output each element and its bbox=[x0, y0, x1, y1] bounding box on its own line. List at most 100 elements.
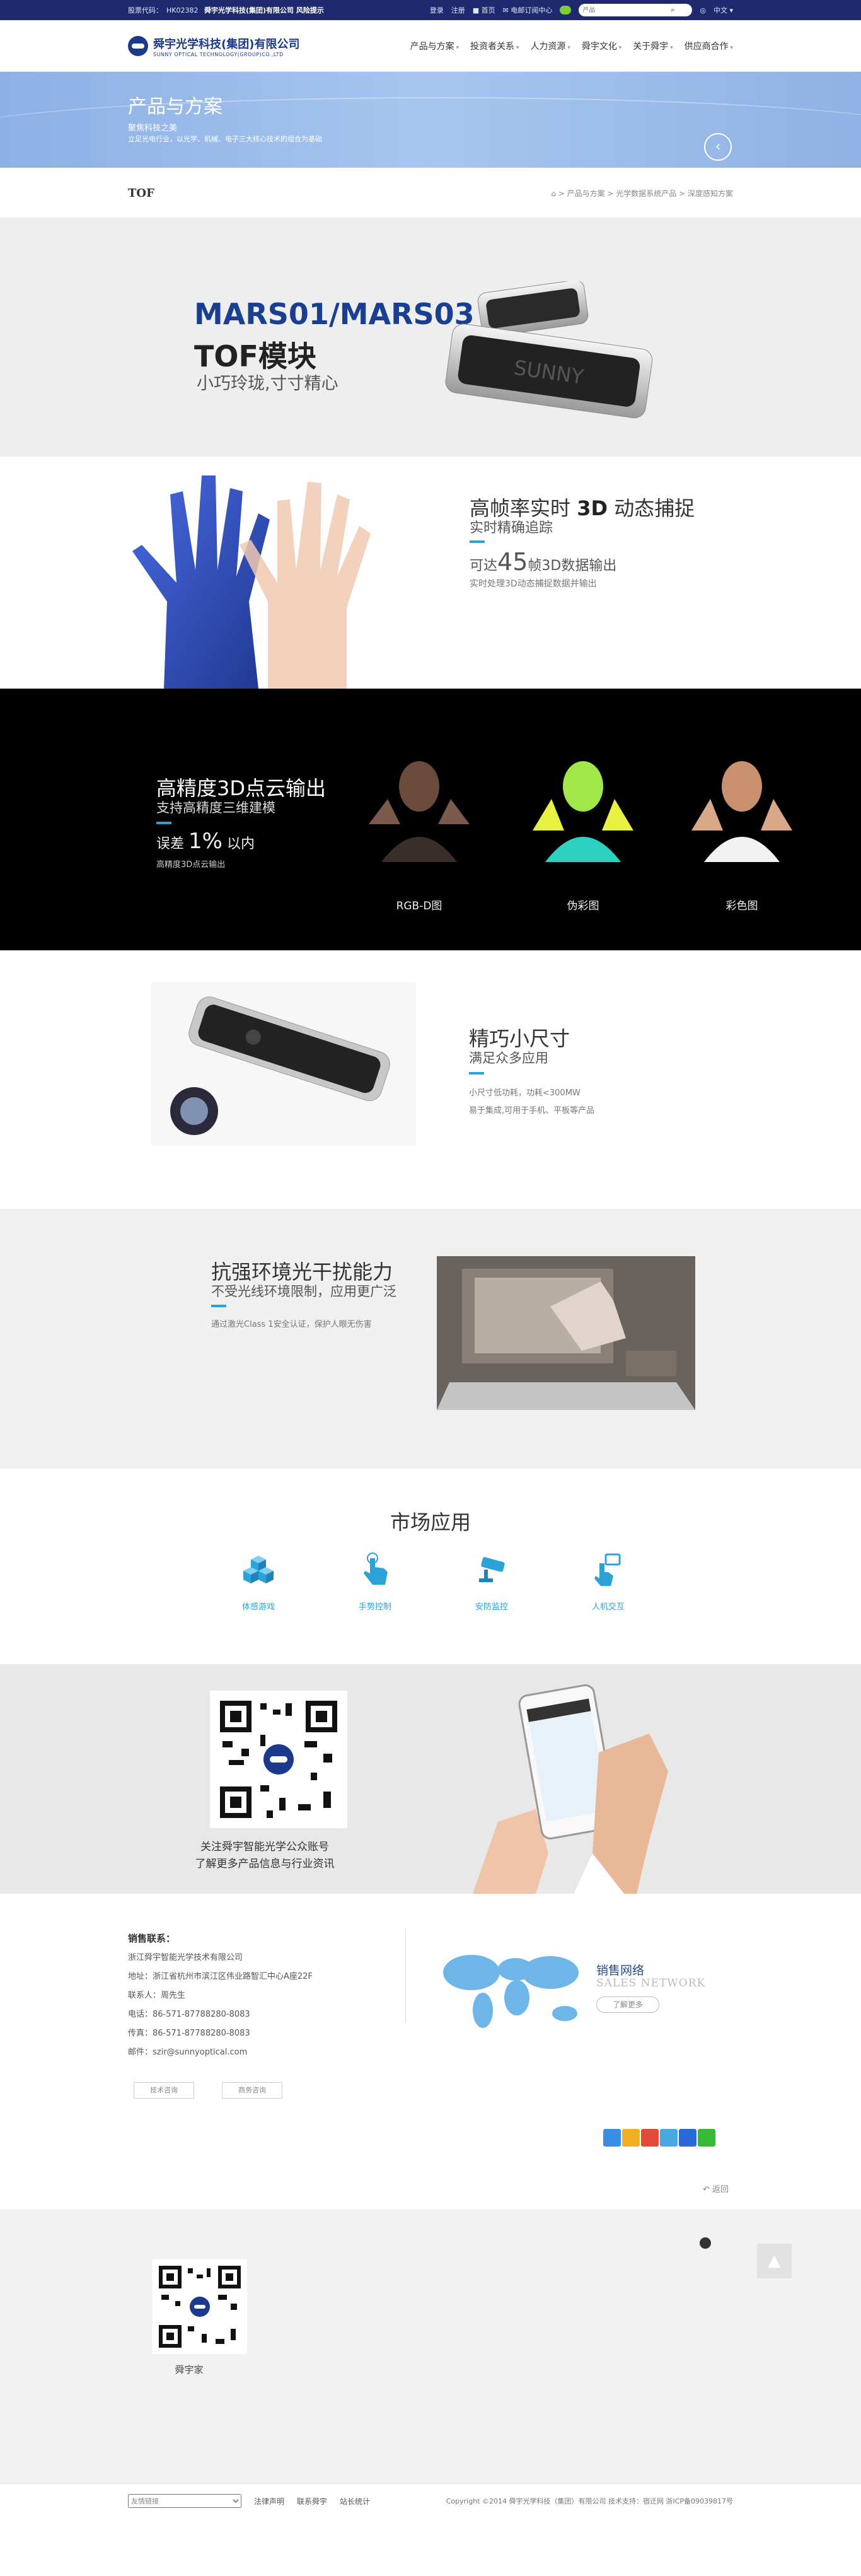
laptop-demo-image bbox=[437, 1256, 695, 1410]
home-icon[interactable]: ⌂ bbox=[551, 189, 558, 198]
pointcloud-subtitle: 支持高精度三维建模 bbox=[156, 800, 275, 815]
phone-in-hand-image bbox=[473, 1684, 668, 1894]
header: 舜宇光学科技(集团)有限公司 SUNNY OPTICAL TECHNOLOGY(… bbox=[0, 20, 861, 72]
feature-small-size: 精巧小尺寸 满足众多应用 小尺寸低功耗，功耗<300MW 易于集成,可用于手机、… bbox=[0, 950, 861, 1209]
ecommerce-link[interactable]: ✉ 电邮订阅中心 bbox=[503, 5, 553, 15]
page: 股票代码： HK02382 舜宇光学科技(集团)有限公司 风险提示 登录 注册 ■… bbox=[0, 0, 861, 2576]
logo-name: 舜宇光学科技(集团)有限公司 bbox=[153, 37, 300, 51]
nav-products[interactable]: 产品与方案 bbox=[410, 40, 459, 52]
legal-link[interactable]: 法律声明 bbox=[254, 2496, 284, 2507]
product-banner: MARS01/MARS03 TOF模块 小巧玲珑,寸寸精心 SUNNY bbox=[0, 218, 861, 457]
motion-subtitle: 实时精确追踪 bbox=[470, 520, 553, 536]
share-plus-icon[interactable] bbox=[603, 2129, 621, 2147]
feature-motion-capture: 高帧率实时 3D 动态捕捉 实时精确追踪 可达45帧3D数据输出 实时处理3D动… bbox=[0, 457, 861, 689]
home-icon: ■ bbox=[472, 6, 482, 15]
camera-icon bbox=[479, 1557, 505, 1582]
logo-mark bbox=[128, 36, 148, 56]
hero-title: 产品与方案 bbox=[128, 96, 222, 118]
feature-anti-light: 抗强环境光干扰能力 不受光线环境限制，应用更广泛 通过激光Class 1安全认证… bbox=[0, 1209, 861, 1469]
cubes-icon bbox=[243, 1556, 274, 1583]
bottom-qr-section: ▲ 舜宇家 bbox=[0, 2209, 861, 2483]
error-post: 以内 bbox=[222, 836, 255, 852]
search-icon[interactable]: ⌕ bbox=[671, 6, 674, 15]
stock-code: HK02382 bbox=[166, 6, 199, 15]
register-link[interactable]: 注册 bbox=[451, 5, 465, 15]
top-bar: 股票代码： HK02382 舜宇光学科技(集团)有限公司 风险提示 登录 注册 ■… bbox=[0, 0, 861, 20]
friend-links-select[interactable]: 友情链接 bbox=[128, 2494, 241, 2508]
search-input[interactable] bbox=[582, 6, 671, 14]
back-to-top-button[interactable]: ▲ bbox=[757, 2244, 792, 2278]
home-label: 首页 bbox=[481, 6, 495, 15]
caption-rgbd: RGB-D图 bbox=[396, 900, 442, 912]
breadcrumb: ⌂ > 产品与方案 > 光学数据系统产品 > 深度感知方案 bbox=[551, 188, 733, 199]
home-link[interactable]: ■ 首页 bbox=[473, 5, 495, 15]
app-gesture-control[interactable]: 手势控制 bbox=[331, 1551, 419, 1612]
breadcrumb-bar: TOF ⌂ > 产品与方案 > 光学数据系统产品 > 深度感知方案 bbox=[0, 168, 861, 218]
product-slogan: 小巧玲珑,寸寸精心 bbox=[197, 374, 338, 393]
nav-suppliers[interactable]: 供应商合作 bbox=[685, 40, 733, 52]
page-title: TOF bbox=[128, 186, 154, 200]
nav-hr[interactable]: 人力资源 bbox=[530, 40, 570, 52]
contact-heading: 销售联系： bbox=[128, 1933, 176, 1944]
contact-address: 地址：浙江省杭州市滨江区伟业路智汇中心A座22F bbox=[128, 1972, 313, 1981]
logo[interactable]: 舜宇光学科技(集团)有限公司 SUNNY OPTICAL TECHNOLOGY(… bbox=[128, 35, 299, 57]
share-wechat-icon[interactable] bbox=[698, 2129, 715, 2147]
nav-culture[interactable]: 舜宇文化 bbox=[582, 40, 621, 52]
nav-investors[interactable]: 投资者关系 bbox=[470, 40, 519, 52]
globe-icon: ◎ bbox=[700, 6, 706, 15]
qr-code-image bbox=[210, 1691, 347, 1828]
login-link[interactable]: 登录 bbox=[430, 5, 444, 15]
wechat-icon[interactable] bbox=[560, 6, 572, 15]
share-renren-icon[interactable] bbox=[679, 2129, 696, 2147]
fps-value: 45 bbox=[497, 548, 528, 576]
fps-post: 帧3D数据输出 bbox=[528, 558, 617, 574]
app-label: 体感游戏 bbox=[241, 1602, 275, 1612]
back-link[interactable]: ↶ 返回 bbox=[703, 2183, 729, 2194]
sales-network-en: SALES NETWORK bbox=[596, 1977, 706, 1990]
share-weibo-icon[interactable] bbox=[641, 2129, 659, 2147]
contact-email[interactable]: 邮件：szir@sunnyoptical.com bbox=[128, 2045, 247, 2057]
contact-company: 浙江舜宇智能光学技术有限公司 bbox=[128, 1953, 243, 1962]
app-label: 安防监控 bbox=[475, 1602, 508, 1612]
rgbd-image bbox=[369, 761, 470, 862]
product-model: MARS01/MARS03 bbox=[194, 297, 475, 331]
contact-link[interactable]: 联系舜宇 bbox=[297, 2496, 327, 2507]
antilight-subtitle: 不受光线环境限制，应用更广泛 bbox=[211, 1284, 396, 1299]
accent-line bbox=[469, 1072, 484, 1075]
share-tencent-icon[interactable] bbox=[660, 2129, 678, 2147]
search-box: ⌕ bbox=[579, 4, 693, 16]
hand-pointer-icon bbox=[364, 1553, 388, 1585]
tech-consult-button[interactable]: 技术咨询 bbox=[134, 2082, 194, 2099]
stats-link[interactable]: 站长统计 bbox=[340, 2496, 370, 2507]
app-human-machine-interaction[interactable]: 人机交互 bbox=[564, 1551, 652, 1612]
sales-network-title: 销售网络 bbox=[596, 1964, 645, 1978]
module-image bbox=[151, 982, 416, 1146]
app-security-monitoring[interactable]: 安防监控 bbox=[448, 1551, 536, 1612]
ecommerce-label: 电邮订阅中心 bbox=[511, 6, 553, 15]
language-select[interactable]: 中文 ▾ bbox=[714, 5, 733, 15]
language-label: 中文 bbox=[713, 6, 727, 15]
motion-description: 实时处理3D动态捕捉数据并输出 bbox=[470, 579, 597, 589]
share-bar bbox=[603, 2129, 715, 2147]
accent-line bbox=[470, 540, 485, 543]
hero-description: 立足光电行业，以光学、机械、电子三大核心技术的组合为基础 bbox=[128, 135, 322, 143]
breadcrumb-path[interactable]: > 产品与方案 > 光学数据系统产品 > 深度感知方案 bbox=[558, 189, 733, 198]
contact-section: 销售联系： 浙江舜宇智能光学技术有限公司 地址：浙江省杭州市滨江区伟业路智汇中心… bbox=[0, 1894, 861, 2209]
notice-link[interactable]: 舜宇光学科技(集团)有限公司 风险提示 bbox=[204, 6, 324, 15]
pointcloud-description: 高精度3D点云输出 bbox=[156, 860, 226, 870]
wechat-promo: 关注舜宇智能光学公众账号 了解更多产品信息与行业资讯 bbox=[0, 1664, 861, 1894]
antilight-description: 通过激光Class 1安全认证，保护人眼无伤害 bbox=[211, 1320, 372, 1329]
float-dot-icon[interactable] bbox=[700, 2237, 711, 2249]
hero-prev-arrow-icon[interactable]: ‹ bbox=[704, 133, 732, 161]
fps-pre: 可达 bbox=[470, 558, 498, 574]
app-somatosensory-game[interactable]: 体感游戏 bbox=[214, 1551, 303, 1612]
feature-point-cloud: 高精度3D点云输出 支持高精度三维建模 误差 1% 以内 高精度3D点云输出 R… bbox=[0, 689, 861, 950]
hero-subtitle: 聚焦科技之美 bbox=[128, 124, 178, 133]
business-consult-button[interactable]: 商务咨询 bbox=[222, 2082, 282, 2099]
learn-more-button[interactable]: 了解更多 bbox=[596, 1996, 659, 2013]
tof-module-image: SUNNY bbox=[445, 281, 653, 419]
hero-banner: 产品与方案 聚焦科技之美 立足光电行业，以光学、机械、电子三大核心技术的组合为基… bbox=[0, 72, 861, 168]
share-qzone-icon[interactable] bbox=[622, 2129, 640, 2147]
nav-about[interactable]: 关于舜宇 bbox=[633, 40, 673, 52]
divider bbox=[405, 1928, 406, 2023]
